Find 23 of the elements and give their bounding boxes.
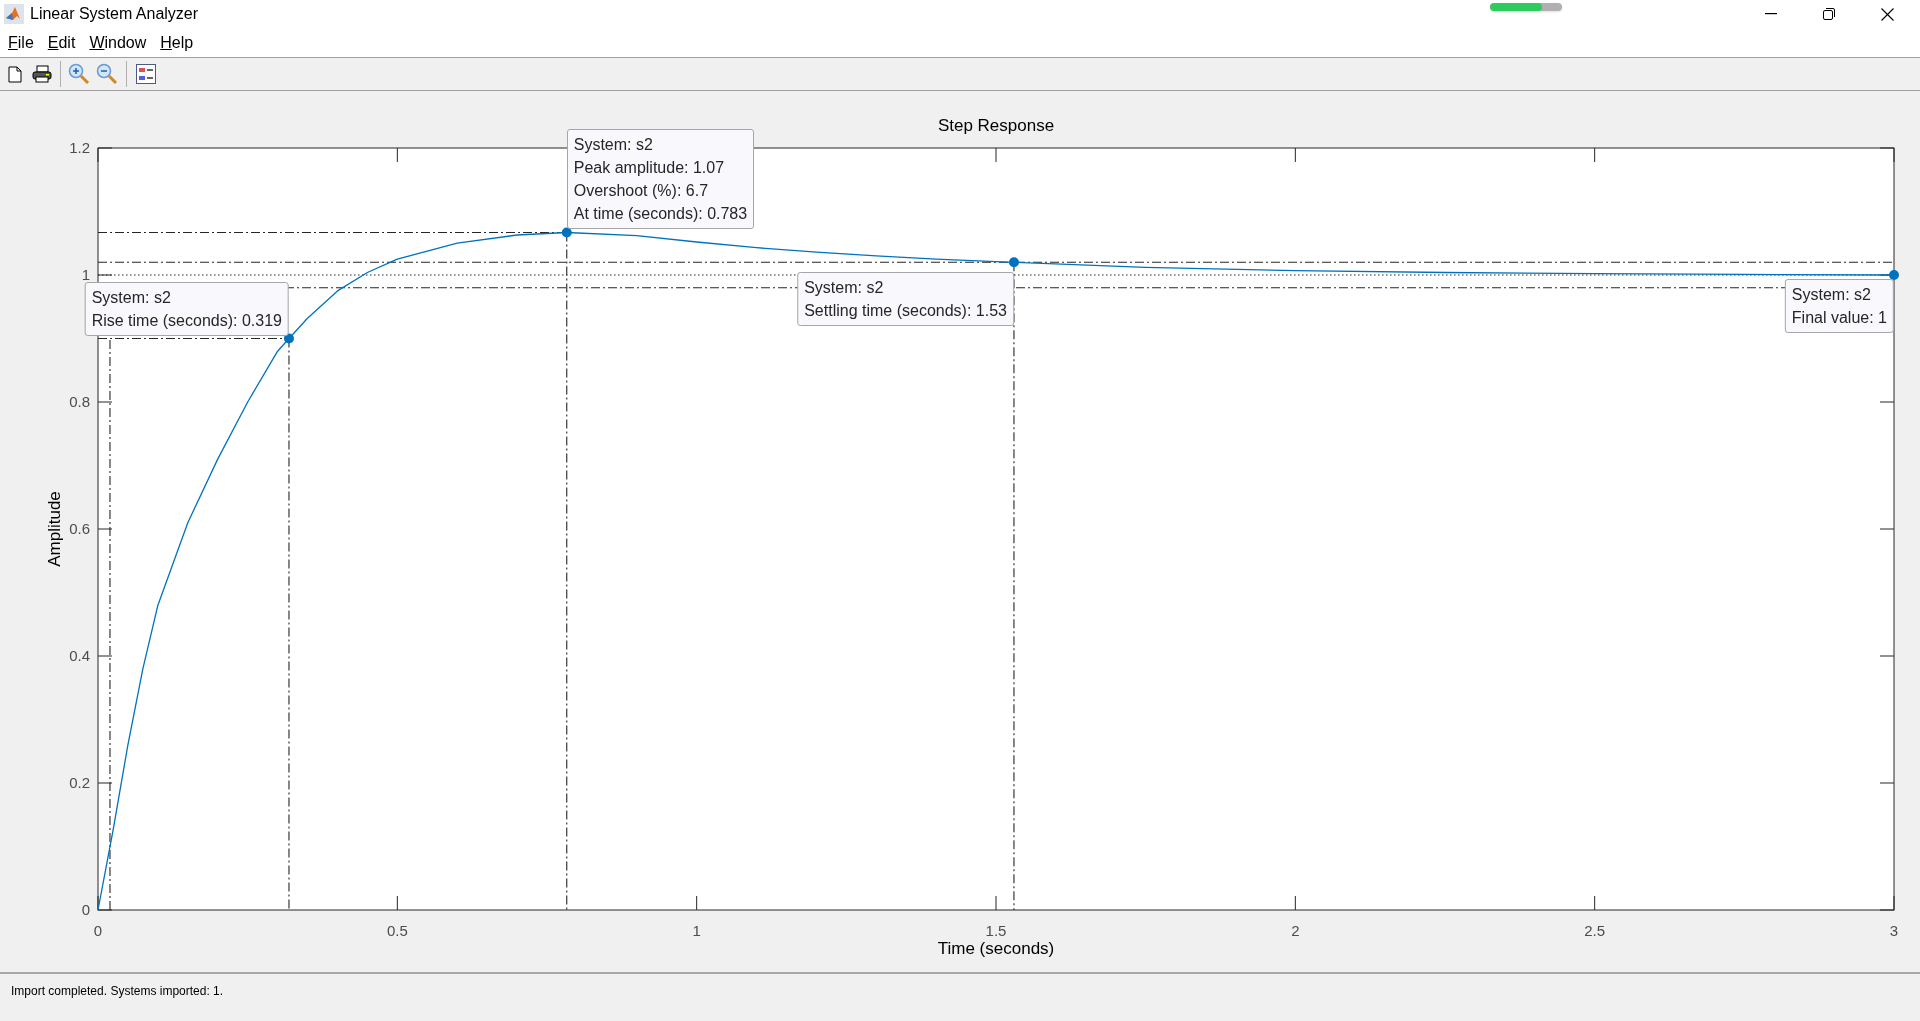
chart-title: Step Response (937, 116, 1055, 135)
tick-label: 1.2 (69, 139, 90, 156)
status-message: Import completed. Systems imported: 1. (11, 983, 224, 1000)
tick-label: 0 (93, 922, 103, 939)
tick-label: 0 (81, 901, 90, 918)
x-axis-label: Time (seconds) (937, 939, 1055, 958)
tick-label: 1.5 (985, 922, 1007, 939)
tick-label: 0.8 (69, 393, 90, 410)
tick-label: 0.6 (69, 520, 90, 537)
tick-label: 0.4 (69, 647, 90, 664)
tick-label: 0.2 (69, 774, 90, 791)
data-tip: System: s2 Rise time (seconds): 0.319 (84, 281, 289, 336)
data-tip: System: s2 Peak amplitude: 1.07 Overshoot (%): 6.7 At time (seconds): 0.783 (566, 129, 755, 230)
tick-label: 1 (81, 266, 90, 283)
window-title: Linear System Analyzer (30, 4, 199, 24)
data-tip: System: s2 Settling time (seconds): 1.53 (797, 272, 1014, 327)
y-axis-label: Amplitude (45, 491, 64, 567)
tick-label: 0.5 (386, 922, 408, 939)
tick-label: 2 (1291, 922, 1300, 939)
tick-label: 3 (1889, 922, 1899, 939)
tick-label: 2.5 (1584, 922, 1606, 939)
data-tip: System: s2 Final value: 1 (1784, 279, 1894, 333)
tick-label: 1 (692, 922, 701, 939)
